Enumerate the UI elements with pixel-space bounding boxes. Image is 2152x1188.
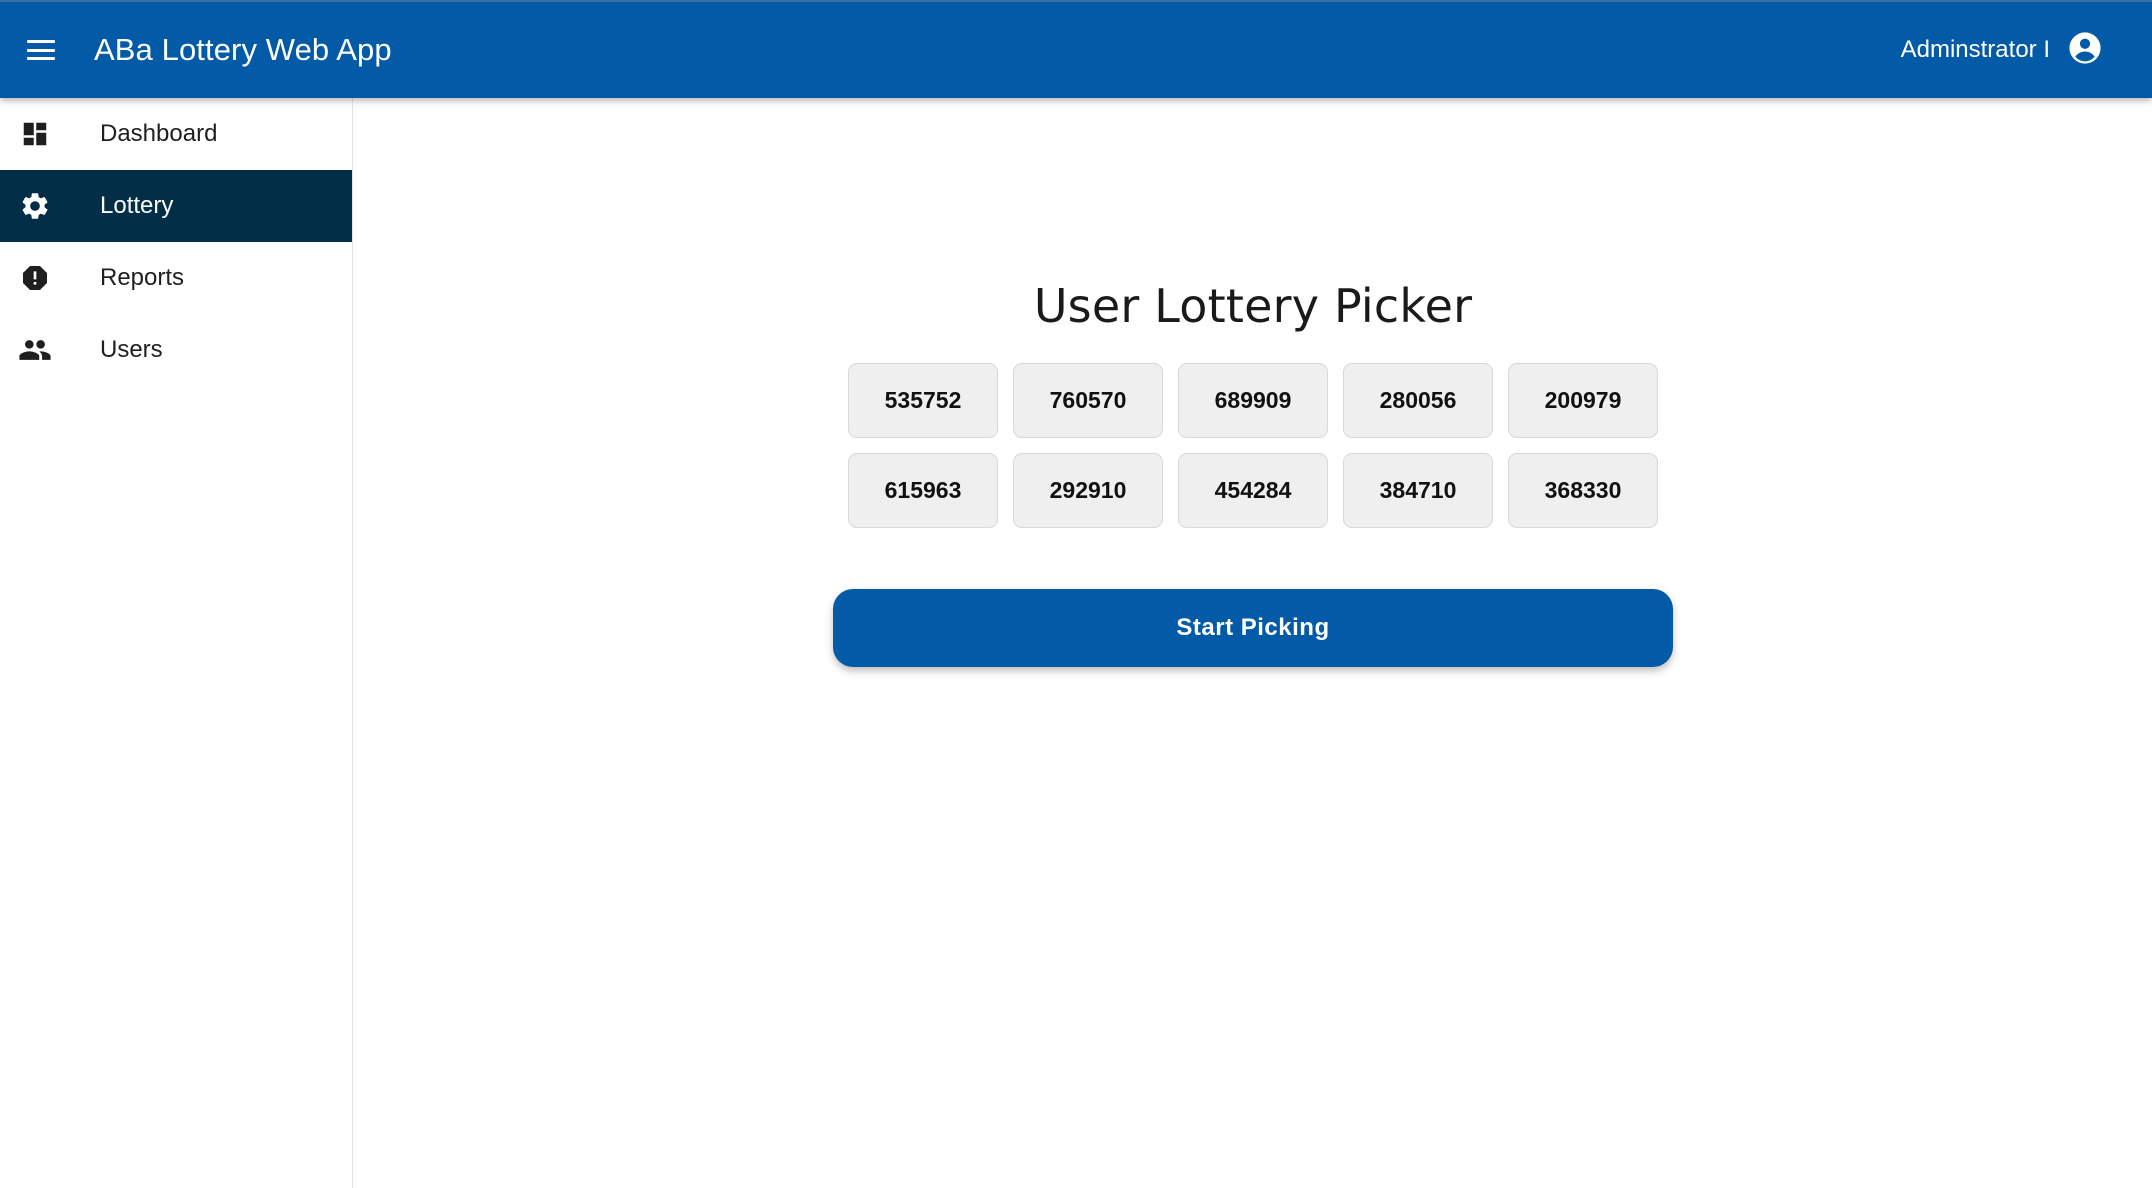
app-title: ABa Lottery Web App: [94, 32, 392, 67]
app-bar: ABa Lottery Web App Adminstrator I: [0, 0, 2152, 98]
sidebar-item-lottery[interactable]: Lottery: [0, 170, 352, 242]
lottery-number-button[interactable]: 368330: [1508, 453, 1658, 528]
start-picking-button[interactable]: Start Picking: [833, 589, 1673, 667]
lottery-number-button[interactable]: 760570: [1013, 363, 1163, 438]
lottery-number-button[interactable]: 200979: [1508, 363, 1658, 438]
people-icon: [0, 314, 71, 386]
alert-octagon-icon: [0, 242, 71, 314]
sidebar-item-reports[interactable]: Reports: [0, 242, 352, 314]
dashboard-icon: [0, 98, 71, 170]
main-content: User Lottery Picker 535752 760570 689909…: [354, 98, 2152, 1188]
lottery-number-button[interactable]: 454284: [1178, 453, 1328, 528]
sidebar-item-dashboard[interactable]: Dashboard: [0, 98, 352, 170]
sidebar-item-label: Dashboard: [100, 120, 218, 147]
sidebar-item-users[interactable]: Users: [0, 314, 352, 386]
sidebar: Dashboard Lottery Reports Users: [0, 98, 353, 1188]
page-title: User Lottery Picker: [1033, 279, 1473, 333]
lottery-number-button[interactable]: 689909: [1178, 363, 1328, 438]
lottery-number-button[interactable]: 292910: [1013, 453, 1163, 528]
sidebar-item-label: Users: [100, 336, 163, 363]
sidebar-item-label: Lottery: [100, 192, 174, 219]
user-menu[interactable]: Adminstrator I: [1901, 2, 2102, 98]
hamburger-menu-icon[interactable]: [0, 2, 82, 98]
lottery-number-button[interactable]: 384710: [1343, 453, 1493, 528]
lottery-number-button[interactable]: 535752: [848, 363, 998, 438]
lottery-number-button[interactable]: 615963: [848, 453, 998, 528]
lottery-number-button[interactable]: 280056: [1343, 363, 1493, 438]
account-circle-icon[interactable]: [2068, 31, 2102, 70]
gear-icon: [0, 170, 71, 242]
sidebar-item-label: Reports: [100, 264, 185, 291]
user-name: Adminstrator I: [1900, 36, 2050, 63]
lottery-number-grid: 535752 760570 689909 280056 200979 61596…: [848, 363, 1658, 528]
